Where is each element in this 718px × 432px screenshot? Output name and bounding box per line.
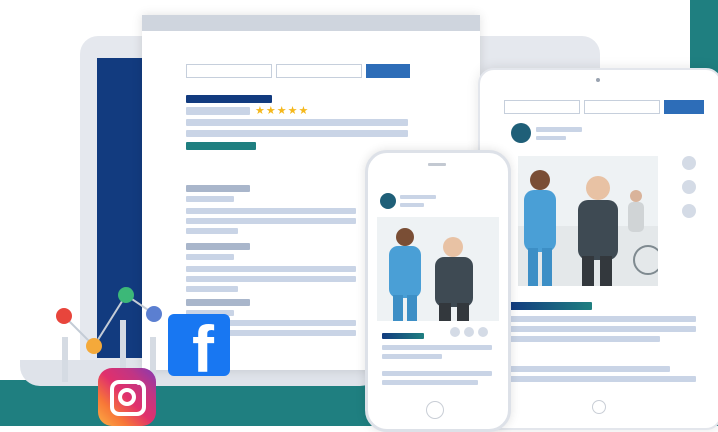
tablet-home-button[interactable] <box>592 400 606 414</box>
phone-post-line-1 <box>382 345 492 350</box>
review-button[interactable] <box>186 142 256 150</box>
phone-reaction-dot-2[interactable] <box>464 327 474 337</box>
tablet-device <box>478 68 718 430</box>
instagram-icon-lens <box>118 388 136 406</box>
caregiver-photo-illustration-small <box>377 217 499 321</box>
rating-stars: ★★★★★ <box>255 105 310 117</box>
browser-title-bar <box>142 15 480 31</box>
review-1-meta <box>186 196 234 202</box>
facebook-icon[interactable]: f <box>168 314 230 376</box>
listing-line-2 <box>186 130 408 137</box>
review-2-line-1 <box>186 266 356 272</box>
review-2-line-2 <box>186 276 356 282</box>
phone-speaker <box>428 163 446 166</box>
tablet-post-photo <box>518 156 658 286</box>
review-2-meta <box>186 254 234 260</box>
phone-device <box>365 150 511 432</box>
listing-line-1 <box>186 119 408 126</box>
listing-subtitle <box>186 107 250 115</box>
tablet-reaction-dot-2[interactable] <box>682 180 696 194</box>
review-1-line-2 <box>186 218 356 224</box>
phone-post-photo <box>377 217 499 321</box>
listing-title <box>186 95 272 103</box>
phone-reaction-dot-1[interactable] <box>450 327 460 337</box>
instagram-icon[interactable] <box>98 368 156 426</box>
tablet-post-date <box>536 136 566 140</box>
tablet-search-input-2[interactable] <box>584 100 660 114</box>
tablet-post-line-4 <box>510 366 670 372</box>
phone-post-line-4 <box>382 380 478 385</box>
phone-reaction-dot-3[interactable] <box>478 327 488 337</box>
review-2-line-3 <box>186 286 238 292</box>
search-button[interactable] <box>366 64 410 78</box>
phone-post-avatar <box>380 193 396 209</box>
analytics-graph-icon <box>56 287 162 382</box>
phone-post-line-2 <box>382 354 442 359</box>
phone-post-line-3 <box>382 371 492 376</box>
caregiver-photo-illustration <box>518 156 658 286</box>
review-3-name <box>186 299 250 306</box>
tablet-post-line-2 <box>510 326 696 332</box>
tablet-reaction-dot-3[interactable] <box>682 204 696 218</box>
tablet-post-author <box>536 127 582 132</box>
tablet-post-line-5 <box>510 376 696 382</box>
phone-post-headline <box>382 333 424 339</box>
tablet-search-button[interactable] <box>664 100 704 114</box>
phone-home-button[interactable] <box>426 401 444 419</box>
tablet-search-input-1[interactable] <box>504 100 580 114</box>
facebook-logo-letter: f <box>192 314 214 376</box>
review-1-line-1 <box>186 208 356 214</box>
review-2-name <box>186 243 250 250</box>
phone-post-date <box>400 203 424 207</box>
instagram-icon-dot <box>136 380 141 385</box>
review-1-line-3 <box>186 228 238 234</box>
search-input-2[interactable] <box>276 64 362 78</box>
tablet-post-avatar <box>511 123 531 143</box>
tablet-camera <box>596 78 600 82</box>
search-input-1[interactable] <box>186 64 272 78</box>
review-1-name <box>186 185 250 192</box>
tablet-post-line-3 <box>510 336 660 342</box>
tablet-post-headline <box>510 302 592 310</box>
tablet-post-line-1 <box>510 316 696 322</box>
phone-post-author <box>400 195 436 199</box>
tablet-reaction-dot-1[interactable] <box>682 156 696 170</box>
